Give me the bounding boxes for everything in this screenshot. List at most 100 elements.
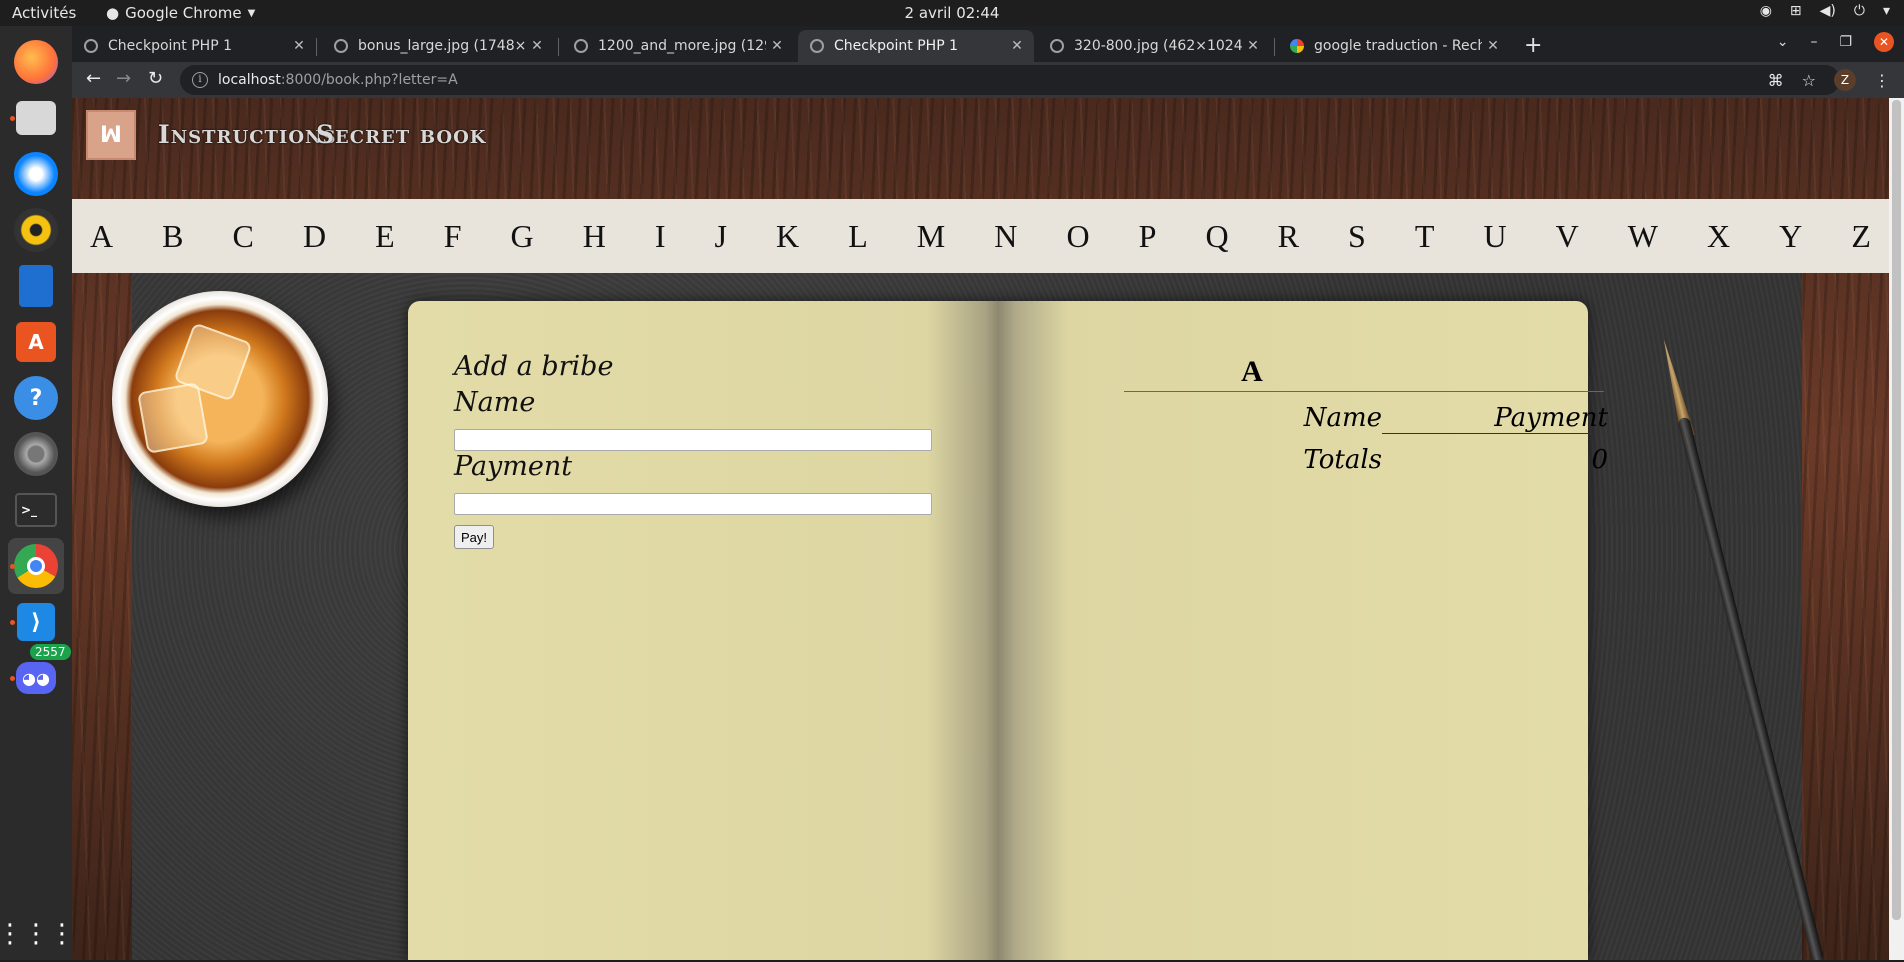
- name-label: Name: [454, 387, 536, 418]
- ledger-header-row: Name Payment: [1238, 397, 1608, 439]
- letter-link-z[interactable]: Z: [1851, 218, 1871, 255]
- letter-link-d[interactable]: D: [303, 218, 326, 255]
- letter-link-x[interactable]: X: [1707, 218, 1730, 255]
- dock-terminal[interactable]: >_: [8, 482, 64, 538]
- scrollbar-thumb[interactable]: [1892, 100, 1901, 920]
- dock-rhythmbox[interactable]: [8, 202, 64, 258]
- tab[interactable]: Checkpoint PHP 1 ✕: [72, 30, 316, 62]
- running-indicator: [10, 620, 15, 625]
- chrome-icon: [14, 544, 58, 588]
- letter-link-t[interactable]: T: [1415, 218, 1435, 255]
- system-tray[interactable]: ◉ ⊞ ◀) ⏻ ▾: [1760, 3, 1890, 19]
- page-viewport: ꟽ Instructions Secret book A B C D E F G H I J K L M…: [72, 98, 1904, 960]
- letter-link-u[interactable]: U: [1483, 218, 1506, 255]
- dock-settings[interactable]: [8, 426, 64, 482]
- bookmark-star-icon[interactable]: ☆: [1802, 71, 1816, 90]
- dock-software[interactable]: A: [8, 314, 64, 370]
- letter-link-y[interactable]: Y: [1779, 218, 1802, 255]
- address-bar[interactable]: i localhost :8000/book.php?letter=A: [180, 65, 1840, 95]
- dock-writer[interactable]: [8, 258, 64, 314]
- network-icon[interactable]: ⊞: [1790, 3, 1802, 19]
- dock: A ? >_ ⟩ ◕◕ 2557 ⋮⋮⋮: [0, 26, 75, 962]
- reload-icon[interactable]: ↻: [148, 68, 163, 89]
- payment-input[interactable]: [454, 493, 932, 515]
- app-menu-label: Google Chrome: [125, 4, 242, 22]
- close-icon[interactable]: ✕: [526, 38, 548, 54]
- letter-link-s[interactable]: S: [1348, 218, 1366, 255]
- minimize-icon[interactable]: –: [1810, 34, 1817, 50]
- letter-link-f[interactable]: F: [444, 218, 462, 255]
- letter-link-m[interactable]: M: [917, 218, 945, 255]
- discord-tray-icon[interactable]: ◉: [1760, 3, 1772, 19]
- tab[interactable]: 320-800.jpg (462×1024) ✕: [1038, 30, 1270, 62]
- menu-kebab-icon[interactable]: ⋮: [1874, 71, 1890, 90]
- restore-icon[interactable]: ❐: [1839, 34, 1852, 50]
- dock-chrome[interactable]: [8, 538, 64, 594]
- close-icon[interactable]: ✕: [288, 38, 310, 54]
- payment-label: Payment: [454, 451, 573, 482]
- close-icon[interactable]: ✕: [1242, 38, 1264, 54]
- tab-active[interactable]: Checkpoint PHP 1 ✕: [798, 30, 1034, 62]
- translate-icon[interactable]: ⌘: [1768, 71, 1784, 90]
- tab-search-icon[interactable]: ⌄: [1777, 34, 1789, 50]
- tab-title: Checkpoint PHP 1: [834, 38, 958, 54]
- letter-link-b[interactable]: B: [162, 218, 183, 255]
- app-menu[interactable]: ● Google Chrome ▼: [106, 4, 255, 22]
- dock-firefox[interactable]: [8, 34, 64, 90]
- tab[interactable]: bonus_large.jpg (1748×10 ✕: [322, 30, 554, 62]
- firefox-icon: [14, 40, 58, 84]
- toolbar-actions: ⌘ ☆ Z ⋮: [1768, 69, 1890, 91]
- letter-link-e[interactable]: E: [375, 218, 395, 255]
- letter-link-g[interactable]: G: [511, 218, 534, 255]
- letter-link-j[interactable]: J: [715, 218, 727, 255]
- letter-link-i[interactable]: I: [655, 218, 666, 255]
- info-icon[interactable]: i: [192, 72, 208, 88]
- tab-strip: Checkpoint PHP 1 ✕ bonus_large.jpg (1748…: [72, 26, 1904, 62]
- chevron-down-icon[interactable]: ▾: [1883, 3, 1890, 19]
- page-scrollbar[interactable]: [1889, 98, 1904, 960]
- nav-instructions[interactable]: Instructions: [158, 120, 336, 149]
- volume-icon[interactable]: ◀): [1820, 3, 1836, 19]
- dock-thunderbird[interactable]: [8, 146, 64, 202]
- letter-link-o[interactable]: O: [1066, 218, 1089, 255]
- tab[interactable]: 1200_and_more.jpg (1297 ✕: [562, 30, 794, 62]
- letter-link-k[interactable]: K: [776, 218, 799, 255]
- profile-avatar[interactable]: Z: [1834, 69, 1856, 91]
- grid-icon: ⋮⋮⋮: [0, 919, 75, 949]
- letter-link-l[interactable]: L: [848, 218, 868, 255]
- show-apps-button[interactable]: ⋮⋮⋮: [0, 906, 75, 962]
- letter-link-a[interactable]: A: [90, 218, 113, 255]
- activities-button[interactable]: Activités: [12, 4, 76, 22]
- letter-link-q[interactable]: Q: [1205, 218, 1228, 255]
- name-input[interactable]: [454, 429, 932, 451]
- close-icon[interactable]: ✕: [1482, 38, 1504, 54]
- power-icon[interactable]: ⏻: [1854, 3, 1865, 19]
- letter-link-p[interactable]: P: [1139, 218, 1157, 255]
- letter-link-w[interactable]: W: [1628, 218, 1658, 255]
- letter-link-h[interactable]: H: [583, 218, 606, 255]
- new-tab-button[interactable]: +: [1524, 33, 1542, 58]
- letter-link-v[interactable]: V: [1556, 218, 1579, 255]
- tab-title: Checkpoint PHP 1: [108, 38, 232, 54]
- pay-button[interactable]: Pay!: [454, 525, 495, 549]
- close-icon[interactable]: ✕: [1006, 38, 1028, 54]
- ledger-letter-heading: A: [1241, 355, 1263, 388]
- close-icon[interactable]: ✕: [766, 38, 788, 54]
- tab[interactable]: google traduction - Reche ✕: [1278, 30, 1510, 62]
- nav-secret-book[interactable]: Secret book: [316, 120, 486, 149]
- forward-icon[interactable]: →: [116, 68, 131, 89]
- browser-window: Checkpoint PHP 1 ✕ bonus_large.jpg (1748…: [72, 26, 1904, 960]
- site-logo[interactable]: ꟽ: [86, 110, 136, 160]
- clock[interactable]: 2 avril 02:44: [0, 4, 1904, 22]
- dock-vscode[interactable]: ⟩: [8, 594, 64, 650]
- letter-link-c[interactable]: C: [233, 218, 254, 255]
- dock-files[interactable]: [8, 90, 64, 146]
- letter-link-n[interactable]: N: [994, 218, 1017, 255]
- url-path: :8000/book.php?letter=A: [280, 72, 458, 88]
- dock-discord[interactable]: ◕◕ 2557: [8, 644, 71, 706]
- ledger-totals-row: Totals 0: [1238, 439, 1608, 481]
- letter-link-r[interactable]: R: [1278, 218, 1299, 255]
- close-window-icon[interactable]: ✕: [1874, 32, 1894, 52]
- dock-help[interactable]: ?: [8, 370, 64, 426]
- back-icon[interactable]: ←: [86, 68, 101, 89]
